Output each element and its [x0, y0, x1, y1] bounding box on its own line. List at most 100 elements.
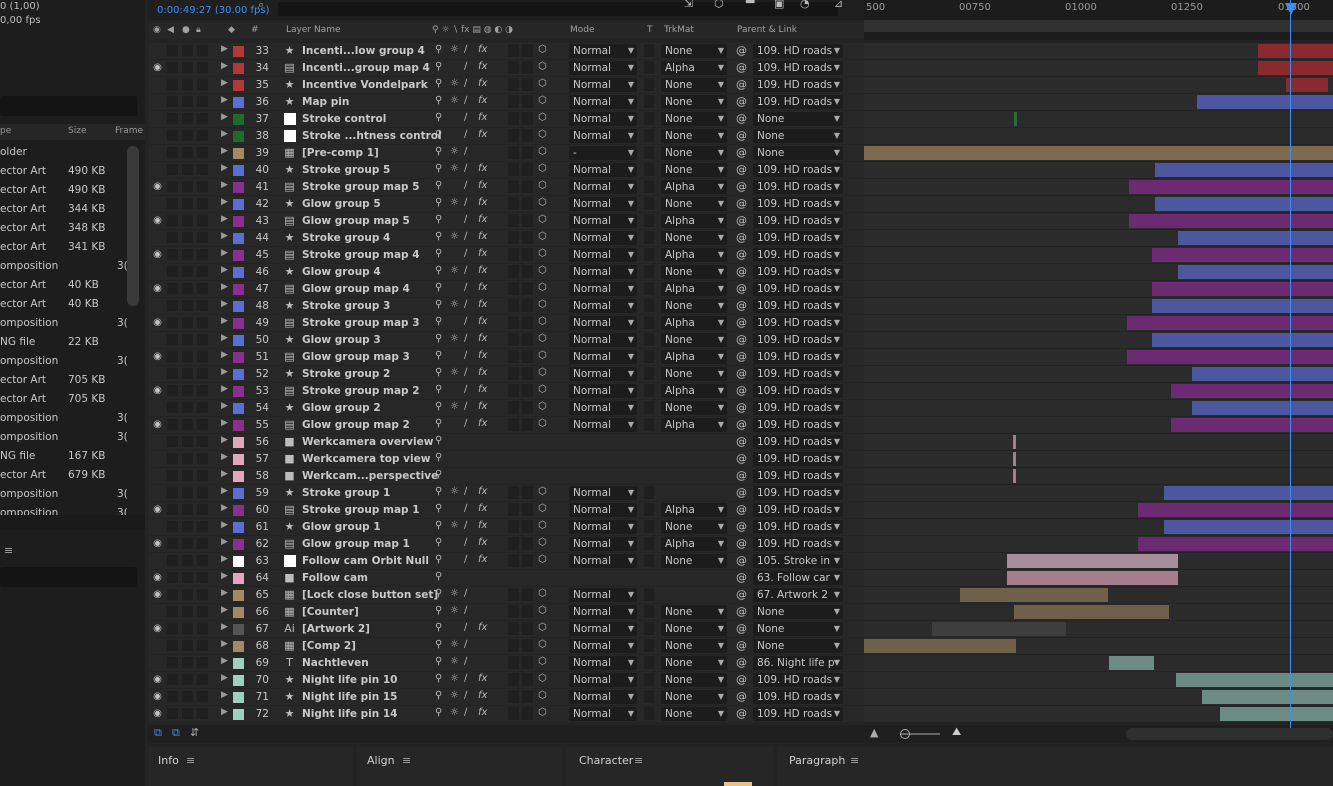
collapse-switch-icon[interactable]: ☼ [450, 656, 459, 667]
layer-duration-bar[interactable] [1129, 214, 1333, 228]
fx-switch-icon[interactable]: fx [478, 367, 487, 378]
solo-switch[interactable] [182, 368, 193, 379]
shy-switch-icon[interactable]: ⚲ [435, 418, 442, 429]
layer-duration-bar[interactable] [1286, 78, 1328, 92]
frame-blend-switch[interactable] [508, 503, 519, 516]
solo-switch[interactable] [182, 572, 193, 583]
3d-layer-icon[interactable]: ⬡ [538, 605, 547, 616]
mode-dropdown[interactable]: Normal ▼ [569, 197, 637, 211]
layer-name[interactable]: Glow group 4 [302, 266, 381, 278]
visibility-eye-icon[interactable] [151, 368, 164, 380]
audio-switch[interactable] [167, 300, 178, 311]
paragraph-panel-title[interactable]: Paragraph [789, 754, 845, 767]
quality-switch-icon[interactable]: ∕ [464, 214, 467, 225]
audio-switch[interactable] [167, 249, 178, 260]
layer-name[interactable]: Map pin [302, 96, 349, 108]
layer-name[interactable]: Stroke group 2 [302, 368, 390, 380]
visibility-eye-icon[interactable]: ◉ [151, 62, 164, 74]
layer-name[interactable]: Glow group map 5 [302, 215, 410, 227]
lock-switch[interactable] [197, 232, 208, 243]
frame-blend-switch[interactable] [508, 129, 519, 142]
shy-switch-icon[interactable]: ⚲ [435, 129, 442, 140]
effects-search-input[interactable] [0, 567, 137, 587]
layer-duration-bar[interactable] [864, 639, 1016, 653]
layer-duration-bar[interactable] [1152, 333, 1333, 347]
lock-switch[interactable] [197, 181, 208, 192]
3d-layer-icon[interactable]: ⬡ [538, 163, 547, 174]
label-color-swatch[interactable] [233, 437, 244, 448]
collapse-switch-icon[interactable]: ☼ [450, 486, 459, 497]
frame-blend-switch[interactable] [508, 214, 519, 227]
pick-whip-icon[interactable]: @ [736, 282, 747, 295]
lock-switch[interactable] [197, 164, 208, 175]
frame-blending-icon[interactable]: ▣ [774, 0, 784, 10]
layer-row[interactable]: ◉ ▶ 51 ▤ Glow group map 3 ⚲ ∕ fx ⬡ Normal ▼ Alpha ▼ @… [148, 349, 1333, 366]
frame-blend-switch[interactable] [508, 656, 519, 669]
project-item[interactable]: ector Art 705 KB [0, 371, 145, 390]
parent-dropdown[interactable]: 109. HD roads ▼ [753, 180, 843, 194]
pick-whip-icon[interactable]: @ [736, 180, 747, 193]
mode-dropdown[interactable]: Normal ▼ [569, 44, 637, 58]
visibility-eye-icon[interactable]: ◉ [151, 504, 164, 516]
motion-blur-switch[interactable] [522, 707, 533, 720]
quality-switch-icon[interactable]: ∕ [464, 486, 467, 497]
project-item[interactable]: ector Art 40 KB [0, 276, 145, 295]
current-time-display[interactable]: 0:00:49:27 (30.00 fps) [157, 5, 270, 16]
motion-blur-switch[interactable] [522, 503, 533, 516]
pick-whip-icon[interactable]: @ [736, 435, 747, 448]
mode-dropdown[interactable]: Normal ▼ [569, 350, 637, 364]
audio-switch[interactable] [167, 164, 178, 175]
solo-switch[interactable] [182, 62, 193, 73]
solo-switch[interactable] [182, 674, 193, 685]
pick-whip-icon[interactable]: @ [736, 520, 747, 533]
lock-switch[interactable] [197, 113, 208, 124]
solo-switch[interactable] [182, 164, 193, 175]
motion-blur-switch[interactable] [522, 197, 533, 210]
frame-blend-switch[interactable] [508, 401, 519, 414]
parent-dropdown[interactable]: 109. HD roads ▼ [753, 78, 843, 92]
collapse-switch-icon[interactable]: ☼ [450, 401, 459, 412]
playhead-handle[interactable] [1285, 3, 1297, 15]
parent-dropdown[interactable]: 109. HD roads ▼ [753, 248, 843, 262]
solo-switch[interactable] [182, 45, 193, 56]
solo-switch[interactable] [182, 96, 193, 107]
visibility-eye-icon[interactable] [151, 45, 164, 57]
shy-switch-icon[interactable]: ⚲ [435, 520, 442, 531]
visibility-eye-icon[interactable] [151, 130, 164, 142]
quality-switch-icon[interactable]: ∕ [464, 282, 467, 293]
mode-dropdown[interactable]: Normal ▼ [569, 690, 637, 704]
expand-twirl-icon[interactable]: ▶ [221, 350, 228, 360]
shy-switch-icon[interactable]: ⚲ [435, 350, 442, 361]
audio-switch[interactable] [167, 538, 178, 549]
lock-switch[interactable] [197, 96, 208, 107]
layer-row[interactable]: ◉ ▶ 55 ▤ Glow group map 2 ⚲ ∕ fx ⬡ Normal ▼ Alpha ▼ @… [148, 417, 1333, 434]
layer-duration-bar[interactable] [1171, 384, 1333, 398]
pick-whip-icon[interactable]: @ [736, 214, 747, 227]
mode-dropdown[interactable]: Normal ▼ [569, 673, 637, 687]
mode-dropdown[interactable]: Normal ▼ [569, 282, 637, 296]
layer-row[interactable]: ◉ ▶ 62 ▤ Glow group map 1 ⚲ ∕ fx ⬡ Normal ▼ Alpha ▼ @… [148, 536, 1333, 553]
pick-whip-icon[interactable]: @ [736, 248, 747, 261]
audio-switch[interactable] [167, 691, 178, 702]
motion-blur-switch[interactable] [522, 622, 533, 635]
preserve-transparency-switch[interactable] [644, 44, 654, 57]
motion-blur-switch[interactable] [522, 673, 533, 686]
composition-mini-flowchart-icon[interactable]: ⇲ [684, 0, 693, 10]
fx-switch-icon[interactable]: fx [478, 214, 487, 225]
solo-switch[interactable] [182, 419, 193, 430]
layer-duration-bar[interactable] [864, 146, 1333, 160]
fx-switch-icon[interactable]: fx [478, 401, 487, 412]
pick-whip-icon[interactable]: @ [736, 656, 747, 669]
project-item[interactable]: NG file 167 KB [0, 447, 145, 466]
shy-switch-icon[interactable]: ⚲ [435, 469, 442, 480]
label-color-swatch[interactable] [233, 522, 244, 533]
label-color-swatch[interactable] [233, 250, 244, 261]
preserve-transparency-switch[interactable] [644, 656, 654, 669]
label-color-swatch[interactable] [233, 692, 244, 703]
label-color-swatch[interactable] [233, 301, 244, 312]
label-color-swatch[interactable] [233, 471, 244, 482]
3d-layer-icon[interactable]: ⬡ [538, 282, 547, 293]
parent-dropdown[interactable]: 109. HD roads ▼ [753, 61, 843, 75]
fx-switch-icon[interactable]: fx [478, 78, 487, 89]
parent-dropdown[interactable]: None ▼ [753, 639, 843, 653]
